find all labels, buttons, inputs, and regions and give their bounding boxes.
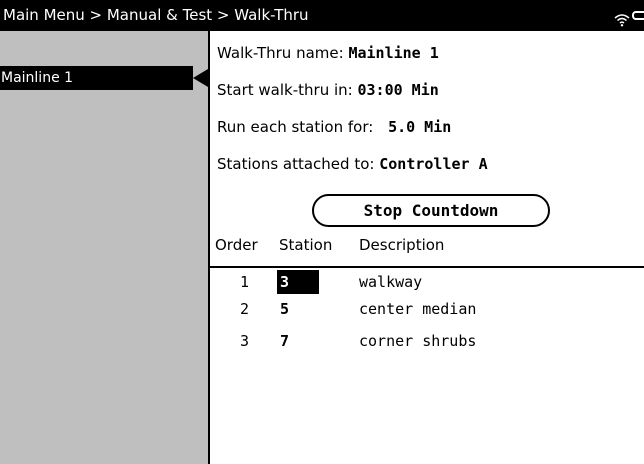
stations-attached-label: Stations attached to: [217,155,375,173]
row-order: 3 [240,332,250,350]
sidebar-item-mainline-1[interactable]: Mainline 1 [0,66,193,90]
walkthru-name-value[interactable]: Mainline 1 [348,44,438,62]
row-description: walkway [359,273,423,291]
table-row[interactable]: 3 7 corner shrubs [210,329,644,355]
table-row[interactable]: 2 5 center median [210,297,644,323]
stop-countdown-button[interactable]: Stop Countdown [312,194,550,227]
stations-attached-value[interactable]: Controller A [379,155,487,173]
table-divider [210,266,644,268]
start-walkthru-label: Start walk-thru in: [217,81,353,99]
wifi-icon [614,7,630,38]
run-each-station-value[interactable]: 5.0 Min [388,118,451,136]
row-station[interactable]: 5 [280,297,289,321]
breadcrumb: Main Menu > Manual & Test > Walk-Thru [3,6,309,24]
run-each-station-label: Run each station for: [217,118,374,136]
column-header-order: Order [215,236,258,254]
start-walkthru-value[interactable]: 03:00 Min [357,81,438,99]
battery-icon [632,11,644,20]
title-bar: Main Menu > Manual & Test > Walk-Thru [0,0,644,31]
row-station[interactable]: 7 [280,329,289,353]
row-order: 2 [240,300,250,318]
stations-attached-field: Stations attached to: Controller A [217,155,488,173]
walkthru-name-field: Walk-Thru name: Mainline 1 [217,44,439,62]
selection-pointer-icon [193,69,208,87]
row-description: corner shrubs [359,332,477,350]
row-description: center median [359,300,477,318]
sidebar-divider [208,31,210,464]
column-header-station: Station [279,236,333,254]
sidebar [0,31,208,464]
walkthru-name-label: Walk-Thru name: [217,44,344,62]
table-row[interactable]: 1 3 walkway [210,270,644,296]
row-station[interactable]: 3 [277,270,320,294]
row-order: 1 [240,273,250,291]
run-each-station-field: Run each station for: 5.0 Min [217,118,451,136]
start-walkthru-field: Start walk-thru in: 03:00 Min [217,81,439,99]
sidebar-item-label: Mainline 1 [1,70,74,86]
column-header-description: Description [359,236,445,254]
